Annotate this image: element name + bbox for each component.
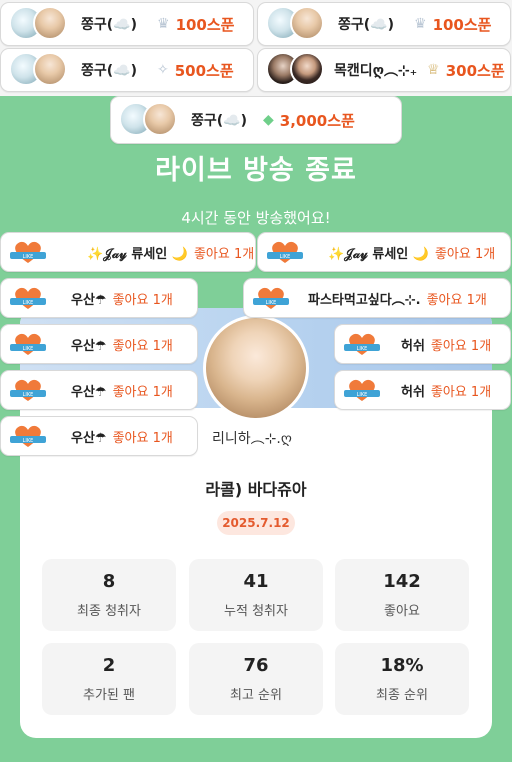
svg-text:LIKE: LIKE (23, 346, 34, 352)
stat-value: 41 (243, 571, 269, 592)
like-count: 좋아요 1개 (430, 338, 492, 354)
like-count: 좋아요 1개 (434, 246, 496, 262)
gift-amount: 100스푼 (432, 15, 492, 34)
gift-amount: 500스푼 (174, 61, 234, 80)
like-notification[interactable]: LIKE 우산☂ 좋아요 1개 (0, 416, 198, 456)
liker-name: 우산☂ (71, 338, 107, 354)
gift-sender-name: 목캔디ღ︵⊹₊ (334, 63, 418, 79)
like-count: 좋아요 1개 (112, 384, 173, 400)
heart-icon: LIKE (9, 284, 47, 312)
avatar (33, 52, 67, 86)
broadcast-duration: 4시간 동안 방송했어요! (181, 209, 331, 227)
gift-avatars (9, 52, 71, 88)
gift-sender-name: 쫑구(☁️) (81, 63, 137, 79)
heart-icon: LIKE (343, 330, 381, 358)
stat-best-rank: 76 최고 순위 (189, 643, 323, 715)
svg-text:LIKE: LIKE (23, 438, 34, 444)
liker-name: ✨𝒥𝒶𝓎 류세인 🌙 (328, 246, 429, 262)
liker-name: 허쉬 (401, 384, 425, 400)
stat-value: 8 (102, 571, 116, 592)
gift-notification[interactable]: 목캔디ღ︵⊹₊ ♕ 300스푼 (257, 48, 511, 92)
like-notification[interactable]: LIKE 우산☂ 좋아요 1개 (0, 278, 198, 318)
gift-notification[interactable]: 쫑구(☁️) ◆ 3,000스푼 (110, 96, 402, 144)
crown-icon: ♛ (414, 16, 427, 32)
avatar (290, 6, 324, 40)
svg-text:LIKE: LIKE (280, 254, 291, 260)
heart-icon: LIKE (266, 238, 304, 266)
stat-label: 추가된 팬 (83, 688, 135, 703)
stat-label: 좋아요 (384, 604, 420, 619)
gem-icon: ◆ (263, 112, 274, 128)
stat-value: 76 (243, 655, 269, 676)
like-notification[interactable]: LIKE 허쉬 좋아요 1개 (334, 370, 511, 410)
svg-text:LIKE: LIKE (23, 254, 34, 260)
like-notification[interactable]: LIKE ✨𝒥𝒶𝓎 류세인 🌙 좋아요 1개 X 3 (0, 232, 256, 272)
stat-label: 최고 순위 (230, 688, 282, 703)
heart-icon: LIKE (9, 330, 47, 358)
gift-sender-name: 쫑구(☁️) (191, 113, 247, 129)
svg-text:LIKE: LIKE (23, 300, 34, 306)
stat-value: 18% (380, 655, 424, 676)
like-notification[interactable]: LIKE ✨𝒥𝒶𝓎 류세인 🌙 좋아요 1개 (257, 232, 511, 272)
liker-name: 우산☂ (71, 292, 107, 308)
trophy-icon: ♕ (427, 62, 440, 78)
crown-icon: ♛ (157, 16, 170, 32)
avatar (290, 52, 324, 86)
liker-name: 파스타먹고싶다︵⊹. (308, 292, 421, 308)
stat-likes: 142 좋아요 (335, 559, 469, 631)
liker-name: 우산☂ (71, 384, 107, 400)
svg-text:LIKE: LIKE (266, 300, 277, 306)
page-title: 라이브 방송 종료 (155, 155, 357, 186)
stat-value: 142 (383, 571, 421, 592)
like-count: 좋아요 1개 (112, 292, 173, 308)
like-count: 좋아요 1개 (112, 338, 173, 354)
like-count: 좋아요 1개 (112, 430, 173, 446)
gift-amount: 100스푼 (175, 15, 235, 34)
gift-avatars (9, 6, 71, 42)
gift-sender-name: 쫑구(☁️) (338, 17, 394, 33)
host-name: 리니하︵⊹.ღ (212, 431, 292, 447)
stat-final-listeners: 8 최종 청취자 (42, 559, 176, 631)
gift-notification[interactable]: 쫑구(☁️) ♛ 100스푼 (257, 2, 511, 46)
like-notification[interactable]: LIKE 우산☂ 좋아요 1개 (0, 370, 198, 410)
gift-sender-name: 쫑구(☁️) (81, 17, 137, 33)
gift-avatars (266, 6, 328, 42)
heart-icon: LIKE (343, 376, 381, 404)
like-notification[interactable]: LIKE 파스타먹고싶다︵⊹. 좋아요 1개 (243, 278, 511, 318)
gift-notification[interactable]: 쫑구(☁️) ✧ 500스푼 (0, 48, 254, 92)
stat-final-rank: 18% 최종 순위 (335, 643, 469, 715)
host-profile-image[interactable] (203, 315, 309, 421)
heart-icon: LIKE (252, 284, 290, 312)
like-notification[interactable]: LIKE 우산☂ 좋아요 1개 (0, 324, 198, 364)
like-count: 좋아요 1개 (193, 246, 255, 262)
svg-text:LIKE: LIKE (357, 346, 368, 352)
gift-notification[interactable]: 쫑구(☁️) ♛ 100스푼 (0, 2, 254, 46)
gift-avatars (119, 102, 181, 138)
heart-icon: LIKE (9, 376, 47, 404)
stat-new-fans: 2 추가된 팬 (42, 643, 176, 715)
like-count: 좋아요 1개 (430, 384, 492, 400)
heart-icon: LIKE (9, 422, 47, 450)
gift-avatars (266, 52, 328, 88)
stat-label: 누적 청취자 (224, 604, 288, 619)
heart-icon: LIKE (9, 238, 47, 266)
gift-amount: 300스푼 (445, 61, 505, 80)
svg-text:LIKE: LIKE (357, 392, 368, 398)
avatar (33, 6, 67, 40)
stat-total-listeners: 41 누적 청취자 (189, 559, 323, 631)
channel-name: 라콜) 바다쥬아 (205, 480, 307, 499)
svg-text:LIKE: LIKE (23, 392, 34, 398)
liker-name: 우산☂ (71, 430, 107, 446)
stat-label: 최종 청취자 (77, 604, 141, 619)
like-count: 좋아요 1개 (426, 292, 487, 308)
sparkle-icon: ✧ (157, 62, 169, 78)
gift-amount: 3,000스푼 (279, 111, 355, 130)
liker-name: 허쉬 (401, 338, 425, 354)
broadcast-date: 2025.7.12 (217, 511, 295, 535)
like-notification[interactable]: LIKE 허쉬 좋아요 1개 (334, 324, 511, 364)
avatar (143, 102, 177, 136)
liker-name: ✨𝒥𝒶𝓎 류세인 🌙 (87, 246, 188, 262)
stat-value: 2 (102, 655, 116, 676)
stat-label: 최종 순위 (376, 688, 428, 703)
